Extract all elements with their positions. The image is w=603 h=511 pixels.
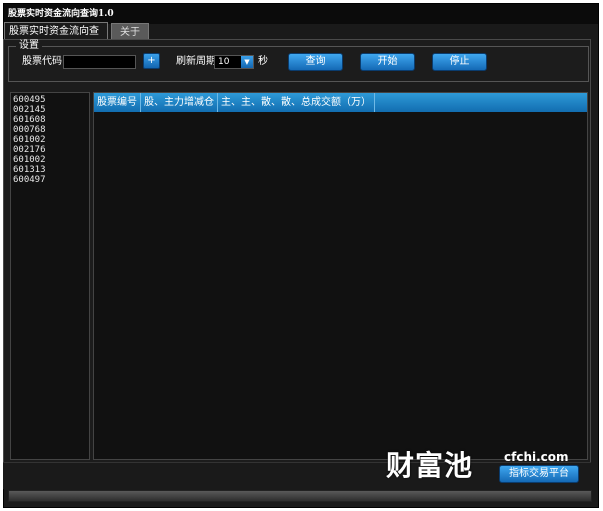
tab-about[interactable]: 关于 — [111, 23, 149, 39]
seconds-label: 秒 — [258, 56, 268, 67]
list-item[interactable]: 601002 — [11, 135, 89, 145]
tab-query[interactable]: 股票实时资金流向查询 — [4, 22, 108, 54]
list-item[interactable]: 601002 — [11, 155, 89, 165]
chevron-down-icon[interactable]: ▼ — [241, 56, 253, 68]
query-button[interactable]: 查询 — [288, 53, 343, 71]
platform-button[interactable]: 指标交易平台 — [499, 465, 579, 483]
list-item[interactable]: 601608 — [11, 115, 89, 125]
refresh-period-value: 10 — [218, 57, 230, 67]
refresh-period-label: 刷新周期 — [176, 56, 216, 67]
fund-flow-grid[interactable]: 股票编号 股、主力增减仓 主、主、散、散、总成交额（万） — [93, 92, 588, 460]
horizontal-scrollbar[interactable] — [8, 490, 592, 502]
refresh-period-select[interactable]: 10 ▼ — [214, 55, 254, 69]
list-item[interactable]: 002145 — [11, 105, 89, 115]
list-item[interactable]: 601313 — [11, 165, 89, 175]
column-header-turnover[interactable]: 主、主、散、散、总成交额（万） — [218, 93, 375, 112]
list-item[interactable]: 000768 — [11, 125, 89, 135]
watermark-logo-text: 财富池 — [386, 449, 474, 482]
settings-legend: 设置 — [16, 40, 42, 52]
stock-code-label: 股票代码 — [22, 56, 62, 67]
add-stock-button[interactable]: + — [143, 53, 160, 69]
watermark-site: cfchi.com — [504, 450, 569, 464]
list-item[interactable]: 600495 — [11, 95, 89, 105]
stock-code-list[interactable]: 600495 002145 601608 000768 601002 00217… — [10, 92, 90, 460]
window-title: 股票实时资金流向查询1.0 — [4, 4, 598, 24]
grid-header: 股票编号 股、主力增减仓 主、主、散、散、总成交额（万） — [94, 93, 587, 112]
list-item[interactable]: 600497 — [11, 175, 89, 185]
list-item[interactable]: 002176 — [11, 145, 89, 155]
column-header-stock-code[interactable]: 股票编号 — [94, 93, 141, 112]
stop-button[interactable]: 停止 — [432, 53, 487, 71]
column-header-main-change[interactable]: 股、主力增减仓 — [141, 93, 218, 112]
start-button[interactable]: 开始 — [360, 53, 415, 71]
stock-code-input[interactable] — [63, 55, 136, 69]
